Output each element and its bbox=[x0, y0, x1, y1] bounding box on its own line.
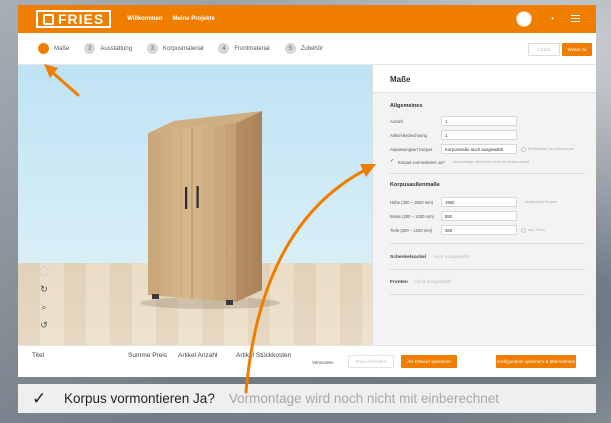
zoom-icon[interactable]: ⌕ bbox=[38, 301, 50, 313]
cabinet-3d-model[interactable] bbox=[18, 65, 372, 345]
next-step-button[interactable]: Weiter zu bbox=[562, 43, 592, 56]
field-label-bezeichnung: Artikel Bezeichnung bbox=[390, 133, 428, 138]
step-frontmaterial[interactable]: 4 Frontmaterial bbox=[218, 43, 270, 54]
request-price-button[interactable]: Preis anfordern bbox=[348, 355, 394, 368]
reset-view-icon[interactable]: ↺ bbox=[38, 319, 50, 331]
summary-title-header: Titel bbox=[32, 352, 45, 359]
section-divider bbox=[390, 269, 585, 270]
toggle-state: nicht ausgewählt bbox=[415, 280, 451, 285]
summary-bar: Titel Summe Preis Artikel Anzahl Artikel… bbox=[18, 345, 596, 377]
breite-input[interactable]: 950 bbox=[441, 211, 517, 221]
korpus-vormontieren-hint: Vormontage wird noch nicht mit einberech… bbox=[453, 160, 529, 164]
panel-title: Maße bbox=[373, 65, 596, 93]
step-ausstattung[interactable]: 2 Ausstattung bbox=[84, 43, 132, 54]
toggle-label: Fronten bbox=[390, 280, 408, 285]
field-label-tiefe: Tiefe (200 – 1200 mm) bbox=[390, 228, 433, 233]
section-general-title: Allgemeines bbox=[390, 103, 423, 109]
toggle-fronten[interactable]: Fronten nicht ausgewählt bbox=[390, 280, 451, 285]
section-divider bbox=[390, 243, 585, 244]
anzahl-input[interactable]: 1 bbox=[441, 116, 517, 126]
user-avatar[interactable] bbox=[516, 11, 532, 27]
send-link[interactable]: Versenden bbox=[312, 360, 334, 365]
step-zubehoer[interactable]: 5 Zubehör bbox=[284, 43, 324, 54]
step-number: 2 bbox=[84, 43, 96, 54]
bezeichnung-input[interactable]: 1 bbox=[441, 130, 517, 140]
summary-price-header: Summe Preis bbox=[128, 352, 168, 359]
section-divider bbox=[390, 173, 585, 174]
viewport-toolbar: ◯ ↻ ⌕ ↺ bbox=[38, 265, 50, 331]
logo-mark-icon bbox=[43, 13, 54, 25]
anpassungsart-hint: Erforderlich neu berechnen bbox=[528, 147, 574, 151]
summary-count-header: Artikel Anzahl bbox=[178, 352, 218, 359]
step-label: Korpusmaterial bbox=[163, 45, 204, 52]
callout-hint: Vormontage wird noch nicht mit einberech… bbox=[228, 391, 499, 406]
field-label-hoehe: Höhe (300 – 2820 mm) bbox=[390, 200, 434, 205]
step-label: Frontmaterial bbox=[234, 45, 270, 52]
callout-label: Korpus vormontieren Ja? bbox=[64, 391, 215, 406]
checkmark-icon[interactable]: ✓ bbox=[32, 389, 52, 409]
brand-logo[interactable]: FRIES bbox=[36, 10, 112, 28]
section-divider bbox=[390, 294, 585, 295]
save-and-apply-button[interactable]: Konfiguration speichern & übernehmen bbox=[496, 355, 576, 368]
logo-text: FRIES bbox=[58, 11, 105, 27]
app-header: FRIES Willkommen Meine Projekte • bbox=[18, 5, 596, 33]
step-label: Zubehör bbox=[300, 45, 324, 52]
anpassungsart-select[interactable]: Korpusmaße auch ausgewählt bbox=[441, 144, 517, 154]
step-number: 3 bbox=[147, 43, 159, 54]
toggle-schenkelsockel[interactable]: Schenkelsockel nicht ausgewählt bbox=[390, 255, 469, 260]
nav-welcome[interactable]: Willkommen bbox=[127, 16, 162, 22]
tiefe-hint: inkl. Front bbox=[528, 228, 545, 232]
rotate-left-icon[interactable]: ◯ bbox=[38, 265, 50, 277]
hoehe-input[interactable]: 1900 bbox=[441, 197, 517, 207]
hoehe-hint: Außenmaß Korpus bbox=[525, 200, 557, 204]
step-label: Ausstattung bbox=[100, 45, 133, 52]
step-masse[interactable]: 1 Maße bbox=[38, 43, 69, 54]
info-icon[interactable] bbox=[521, 228, 526, 233]
field-label-breite: Breite (300 – 1200 mm) bbox=[390, 214, 434, 219]
3d-viewport[interactable]: ◯ ↻ ⌕ ↺ bbox=[18, 65, 372, 345]
field-label-anzahl: Anzahl bbox=[390, 119, 403, 124]
toggle-label: Schenkelsockel bbox=[390, 255, 426, 260]
step-number: 4 bbox=[218, 43, 230, 54]
status-dot-icon: • bbox=[551, 14, 554, 23]
field-label-anpassungsart: Anpassungsart Korpus bbox=[390, 147, 433, 152]
back-button[interactable]: zurück bbox=[528, 43, 560, 56]
tiefe-input[interactable]: 360 bbox=[441, 225, 517, 235]
configuration-panel: Maße Allgemeines Anzahl 1 Artikel Bezeic… bbox=[372, 65, 596, 345]
step-number: 1 bbox=[38, 43, 49, 54]
step-number: 5 bbox=[284, 43, 296, 54]
step-label: Maße bbox=[54, 45, 70, 52]
step-korpusmaterial[interactable]: 3 Korpusmaterial bbox=[147, 43, 203, 54]
korpus-vormontieren-label: Korpus vormontieren Ja? bbox=[398, 160, 445, 165]
rotate-icon[interactable]: ↻ bbox=[38, 283, 50, 295]
korpus-vormontieren-checkbox[interactable]: ✓ bbox=[390, 158, 394, 164]
toggle-state: nicht ausgewählt bbox=[433, 255, 470, 260]
nav-my-projects[interactable]: Meine Projekte bbox=[173, 16, 215, 22]
section-dimensions-title: Korpusaußenmaße bbox=[390, 182, 440, 188]
top-navigation: Willkommen Meine Projekte bbox=[127, 16, 215, 22]
hamburger-menu-icon[interactable] bbox=[571, 15, 580, 22]
save-draft-button[interactable]: Als Entwurf speichern bbox=[401, 355, 457, 368]
zoomed-checkbox-callout: ✓ Korpus vormontieren Ja? Vormontage wir… bbox=[18, 384, 596, 413]
summary-unit-cost-header: Artikel Stückkosten bbox=[236, 352, 292, 359]
info-icon[interactable] bbox=[521, 147, 526, 152]
configurator-steps: 1 Maße 2 Ausstattung 3 Korpusmaterial 4 … bbox=[18, 33, 596, 65]
